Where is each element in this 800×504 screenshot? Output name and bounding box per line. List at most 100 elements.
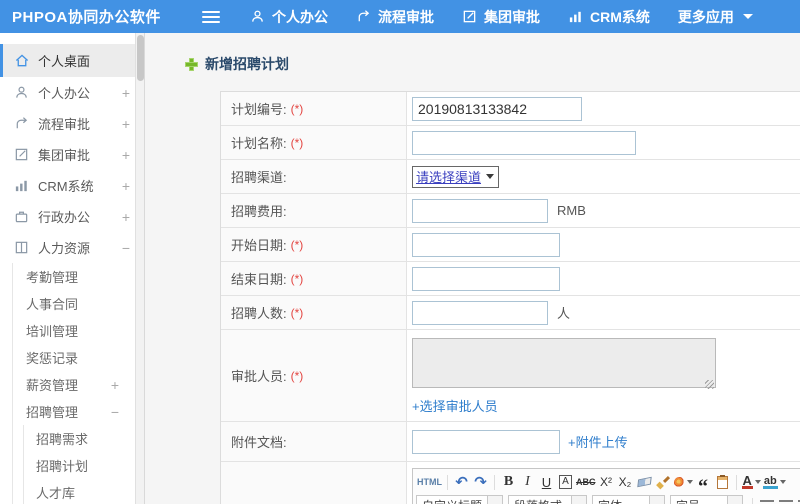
rich-text-editor: HTML ↶ ↷ B I U A ABC X² X₂ “ A ab	[412, 468, 800, 504]
attachment-input[interactable]	[412, 429, 560, 454]
font-color-button[interactable]: A	[741, 472, 762, 492]
form-row-headcount: 招聘人数: (*) 人	[221, 296, 800, 330]
headcount-unit: 人	[557, 306, 571, 321]
field-label: 招聘渠道:	[221, 160, 407, 193]
align-left-button[interactable]	[757, 496, 776, 504]
expand-toggle[interactable]: +	[122, 148, 130, 162]
headcount-input[interactable]	[412, 300, 548, 325]
field-label: 附件文档:	[221, 422, 407, 461]
editor-toolbar-row1: HTML ↶ ↷ B I U A ABC X² X₂ “ A ab	[413, 469, 800, 497]
sidebar-item-recruit-demand[interactable]: 招聘需求	[24, 425, 144, 452]
form-row-channel: 招聘渠道: 请选择渠道	[221, 160, 800, 194]
top-menu: 个人办公 流程审批 集团审批 CRM系统 更多应用	[250, 7, 781, 27]
chart-icon	[568, 9, 583, 24]
plan-number-input[interactable]	[412, 96, 582, 121]
edit-icon	[13, 147, 30, 163]
caret-down-icon	[686, 480, 693, 484]
form-row-start-date: 开始日期: (*)	[221, 228, 800, 262]
expand-toggle[interactable]: +	[122, 86, 130, 100]
highlight-color-button[interactable]: ab	[762, 472, 787, 492]
strikethrough-button[interactable]: ABC	[575, 472, 597, 492]
toolbar-separator	[752, 498, 753, 504]
top-menu-personal-office[interactable]: 个人办公	[250, 7, 328, 27]
toolbar-separator	[447, 474, 448, 490]
subscript-button[interactable]: X₂	[616, 472, 635, 492]
blockquote-button[interactable]: “	[694, 472, 713, 497]
start-date-input[interactable]	[412, 232, 560, 257]
hamburger-icon[interactable]	[202, 10, 220, 23]
paragraph-format-dropdown[interactable]: 段落格式	[508, 495, 587, 504]
collapse-toggle[interactable]: −	[122, 241, 130, 255]
required-mark: (*)	[290, 101, 304, 116]
resize-handle-icon[interactable]	[705, 380, 714, 389]
undo-button[interactable]: ↶	[452, 472, 471, 492]
expand-toggle[interactable]: +	[122, 117, 130, 131]
sidebar-item-attendance[interactable]: 考勤管理	[13, 263, 144, 290]
channel-select[interactable]: 请选择渠道	[412, 165, 500, 188]
sidebar-item-rewards[interactable]: 奖惩记录	[13, 344, 144, 371]
superscript-button[interactable]: X²	[597, 472, 616, 492]
fee-input[interactable]	[412, 198, 548, 223]
sidebar-item-recruit-mgmt[interactable]: 招聘管理 −	[13, 398, 144, 425]
expand-toggle[interactable]: +	[111, 378, 119, 392]
end-date-input[interactable]	[412, 266, 560, 291]
spray-color-button[interactable]	[673, 472, 694, 492]
sidebar-item-crm[interactable]: CRM系统 +	[0, 170, 144, 201]
top-menu-more-apps[interactable]: 更多应用	[678, 7, 753, 27]
sidebar-item-salary[interactable]: 薪资管理 +	[13, 371, 144, 398]
form-row-fee: 招聘费用: RMB	[221, 194, 800, 228]
font-family-dropdown[interactable]: 字体	[592, 495, 665, 504]
form-row-approvers: 审批人员: (*) +选择审批人员	[221, 330, 800, 422]
sidebar-item-hr-contract[interactable]: 人事合同	[13, 290, 144, 317]
sidebar-item-recruit-plan[interactable]: 招聘计划	[24, 452, 144, 479]
toolbar-separator	[735, 474, 737, 490]
custom-title-dropdown[interactable]: 自定义标题	[416, 495, 503, 504]
sidebar-scrollbar-thumb[interactable]	[137, 35, 144, 81]
redo-button[interactable]: ↷	[471, 472, 490, 492]
toolbar-separator	[494, 474, 495, 490]
field-label: 招聘费用:	[221, 194, 407, 227]
select-approvers-link[interactable]: +选择审批人员	[412, 396, 498, 415]
expand-toggle[interactable]: +	[122, 179, 130, 193]
bold-button[interactable]: B	[499, 472, 518, 492]
sidebar-item-process-approval[interactable]: 流程审批 +	[0, 108, 144, 139]
top-menu-group-approval[interactable]: 集团审批	[462, 7, 540, 27]
align-center-button[interactable]	[776, 496, 795, 504]
top-menu-crm[interactable]: CRM系统	[568, 7, 650, 27]
plan-name-input[interactable]	[412, 130, 636, 155]
top-menu-process-approval[interactable]: 流程审批	[356, 7, 434, 27]
underline-button[interactable]: U	[537, 472, 556, 492]
align-center-icon	[778, 500, 793, 504]
sidebar-item-admin-office[interactable]: 行政办公 +	[0, 201, 144, 232]
format-painter-button[interactable]	[654, 472, 673, 492]
person-icon	[250, 9, 265, 24]
expand-toggle[interactable]: +	[122, 210, 130, 224]
eraser-icon	[636, 476, 652, 488]
sidebar-item-training[interactable]: 培训管理	[13, 317, 144, 344]
sidebar-scrollbar[interactable]	[135, 33, 144, 504]
sidebar-item-personal-office[interactable]: 个人办公 +	[0, 77, 144, 108]
sidebar-item-talent-pool[interactable]: 人才库	[24, 479, 144, 504]
italic-button[interactable]: I	[518, 472, 537, 492]
spray-color-icon	[673, 476, 685, 488]
edit-icon	[462, 9, 477, 24]
sidebar-item-group-approval[interactable]: 集团审批 +	[0, 139, 144, 170]
caret-down-icon	[649, 496, 664, 504]
required-mark: (*)	[290, 271, 304, 286]
attachment-upload-link[interactable]: +附件上传	[568, 432, 628, 451]
form-row-plan-name: 计划名称: (*)	[221, 126, 800, 160]
required-mark: (*)	[290, 305, 304, 320]
sidebar-item-personal-desktop[interactable]: 个人桌面	[0, 44, 144, 77]
sidebar-item-hr[interactable]: 人力资源 −	[0, 232, 144, 263]
field-label-empty	[221, 462, 407, 504]
font-size-dropdown[interactable]: 字号	[670, 495, 743, 504]
autotypeset-button[interactable]: A	[556, 472, 575, 492]
paste-button[interactable]	[713, 472, 732, 492]
recruit-submenu: 招聘需求 招聘计划 人才库	[23, 425, 144, 504]
caret-down-icon	[754, 480, 761, 484]
remove-format-button[interactable]	[635, 472, 654, 492]
approvers-textarea[interactable]	[412, 338, 716, 388]
align-right-button[interactable]	[795, 496, 800, 504]
collapse-toggle[interactable]: −	[111, 405, 119, 419]
source-code-button[interactable]: HTML	[416, 472, 443, 492]
